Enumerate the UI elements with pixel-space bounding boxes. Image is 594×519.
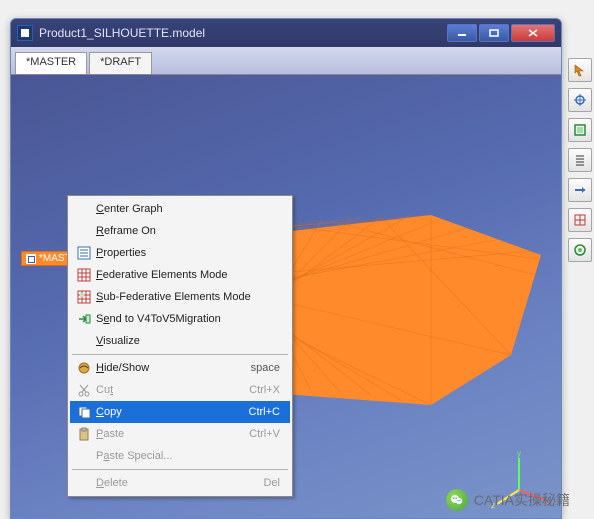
menu-item-label: Sub-Federative Elements Mode bbox=[94, 291, 280, 303]
copy-icon bbox=[74, 405, 94, 419]
menu-separator bbox=[72, 469, 288, 470]
menu-item-shortcut: Ctrl+X bbox=[249, 384, 286, 396]
menu-item-label: Paste Special... bbox=[94, 450, 280, 462]
cut-icon bbox=[74, 383, 94, 397]
window-title: Product1_SILHOUETTE.model bbox=[39, 26, 205, 40]
minimize-button[interactable] bbox=[447, 24, 477, 42]
menu-item-cut: CutCtrl+X bbox=[70, 379, 290, 401]
menu-item-label: Reframe On bbox=[94, 225, 280, 237]
hideshow-icon bbox=[74, 361, 94, 375]
watermark: CATIA实操秘籍 bbox=[446, 489, 570, 511]
menu-item-properties[interactable]: Properties bbox=[70, 242, 290, 264]
menu-item-center-graph[interactable]: Center Graph bbox=[70, 198, 290, 220]
close-button[interactable] bbox=[511, 24, 555, 42]
svg-text:y: y bbox=[517, 450, 521, 458]
menu-item-shortcut: Ctrl+C bbox=[249, 406, 286, 418]
menu-item-shortcut: Del bbox=[263, 477, 286, 489]
tree-node-icon bbox=[26, 254, 36, 264]
pointer-icon[interactable] bbox=[568, 58, 592, 82]
menu-item-label: Cut bbox=[94, 384, 249, 396]
wechat-icon bbox=[446, 489, 468, 511]
right-toolbar bbox=[566, 54, 594, 266]
properties-icon bbox=[74, 246, 94, 260]
flyto-icon[interactable] bbox=[568, 238, 592, 262]
menu-item-label: Send to V4ToV5Migration bbox=[94, 313, 280, 325]
menu-item-label: Center Graph bbox=[94, 203, 280, 215]
menu-item-federative-elements-mode[interactable]: Federative Elements Mode bbox=[70, 264, 290, 286]
menu-item-paste-special: Paste Special... bbox=[70, 445, 290, 467]
menu-item-shortcut: space bbox=[251, 362, 286, 374]
menu-item-visualize[interactable]: Visualize bbox=[70, 330, 290, 352]
fit-icon[interactable] bbox=[568, 178, 592, 202]
title-bar[interactable]: Product1_SILHOUETTE.model bbox=[11, 19, 561, 47]
menu-item-sub-federative-elements-mode[interactable]: Sub-Federative Elements Mode bbox=[70, 286, 290, 308]
menu-item-reframe-on[interactable]: Reframe On bbox=[70, 220, 290, 242]
menu-separator bbox=[72, 354, 288, 355]
menu-item-label: Properties bbox=[94, 247, 280, 259]
tab-strip: *MASTER *DRAFT bbox=[11, 47, 561, 75]
menu-item-label: Visualize bbox=[94, 335, 280, 347]
menu-item-label: Paste bbox=[94, 428, 249, 440]
watermark-text: CATIA实操秘籍 bbox=[474, 490, 570, 510]
menu-item-label: Federative Elements Mode bbox=[94, 269, 280, 281]
zoom-icon[interactable] bbox=[568, 148, 592, 172]
menu-item-copy[interactable]: CopyCtrl+C bbox=[70, 401, 290, 423]
maximize-button[interactable] bbox=[479, 24, 509, 42]
menu-item-paste: PasteCtrl+V bbox=[70, 423, 290, 445]
grid-icon bbox=[74, 268, 94, 282]
grid-toolbar-icon[interactable] bbox=[568, 208, 592, 232]
pan-icon[interactable] bbox=[568, 88, 592, 112]
paste-icon bbox=[74, 427, 94, 441]
tab-master[interactable]: *MASTER bbox=[15, 52, 87, 74]
subgrid-icon bbox=[74, 290, 94, 304]
tab-draft[interactable]: *DRAFT bbox=[89, 52, 152, 74]
menu-item-send-to-v4tov5migration[interactable]: Send to V4ToV5Migration bbox=[70, 308, 290, 330]
send-icon bbox=[74, 312, 94, 326]
context-menu: Center Graph Reframe On Properties Federati… bbox=[67, 195, 293, 497]
menu-item-label: Copy bbox=[94, 406, 249, 418]
menu-item-label: Delete bbox=[94, 477, 263, 489]
rotate-icon[interactable] bbox=[568, 118, 592, 142]
menu-item-delete: DeleteDel bbox=[70, 472, 290, 494]
menu-item-shortcut: Ctrl+V bbox=[249, 428, 286, 440]
menu-item-hide-show[interactable]: Hide/Showspace bbox=[70, 357, 290, 379]
menu-item-label: Hide/Show bbox=[94, 362, 251, 374]
app-icon bbox=[17, 25, 33, 41]
